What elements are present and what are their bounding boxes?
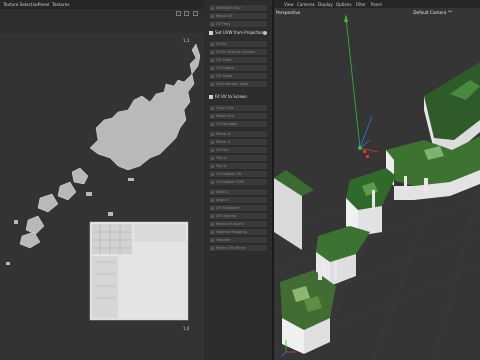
uv-editor-panel: Texture Selection Panel Textures 1,1 1,0 (0, 0, 204, 360)
cmd-bottom-0[interactable]: Mirror U (208, 130, 268, 138)
cmd-bottom-icon (210, 238, 214, 242)
cmd-bottom-icon (210, 246, 214, 250)
cmd-bottom-icon (210, 180, 214, 184)
uv-island-small-2 (108, 212, 113, 216)
uv-island-small-1 (86, 192, 92, 196)
projection-icon (209, 31, 213, 35)
cmd-bottom-4[interactable]: Flip V (208, 162, 268, 170)
close-icon[interactable] (263, 30, 267, 35)
fit-uv-icon (210, 42, 214, 46)
move-view-icon[interactable] (193, 11, 198, 16)
cmd-bottom-8[interactable]: Align V (208, 196, 268, 204)
uv-packed-tile (89, 221, 189, 321)
cmd-bottom-14[interactable]: Paste UVs Mirror (208, 244, 268, 252)
uv-island-small-4 (14, 220, 18, 224)
uv-corner-bottom-right: 1,0 (183, 326, 190, 331)
cmd-mid-icon (210, 66, 214, 70)
cmd-bottom-12[interactable]: Optimal Mapping (208, 228, 268, 236)
cmd-fit-uv[interactable]: Fit UV (208, 40, 268, 48)
cmd-relax-uv[interactable]: Relax UV (208, 12, 268, 20)
cmd-bottom-icon (210, 222, 214, 226)
zoom-icon[interactable] (184, 11, 189, 16)
cmd-bottom-1[interactable]: Mirror V (208, 138, 268, 146)
cmd-bottom-10[interactable]: UV Unwrap (208, 212, 268, 220)
vp-menu-view[interactable]: View (284, 2, 294, 7)
uv-menu-panel[interactable]: Panel (38, 2, 49, 7)
cmd-mid-6[interactable]: Paste UVs (208, 112, 268, 120)
cmd-mid-4[interactable]: Grid Sample Tools (208, 80, 268, 88)
cmd-uv-peel[interactable]: UV Peel (208, 20, 268, 28)
cmd-bottom-icon (210, 156, 214, 160)
cmd-mid-icon (210, 58, 214, 62)
cmd-mid-3[interactable]: UV Scale (208, 72, 268, 80)
gizmo-center (358, 146, 362, 150)
cmd-mid-icon (210, 74, 214, 78)
cmd-mid-icon (210, 50, 214, 54)
cmd-bottom-7[interactable]: Align U (208, 188, 268, 196)
viewport-canvas[interactable] (274, 0, 480, 360)
vp-menu-cameras[interactable]: Cameras (297, 2, 315, 7)
uv-menu-texture-selection[interactable]: Texture Selection (3, 2, 39, 7)
uv-menu-textures[interactable]: Textures (52, 2, 70, 7)
uv-menubar: Texture Selection Panel Textures (0, 0, 204, 9)
cmd-bottom-icon (210, 172, 214, 176)
uv-peel-icon (210, 22, 214, 26)
uv-canvas[interactable] (0, 36, 204, 360)
cmd-mid-icon (210, 106, 214, 110)
cmd-bottom-icon (210, 230, 214, 234)
uv-commands-panel: Selection Tool Relax UV UV Peel Set UVW … (204, 0, 272, 360)
perspective-viewport[interactable]: View Cameras Display Options Filter Pane… (274, 0, 480, 360)
uv-island-small-3 (128, 178, 134, 181)
uv-island-small-5 (6, 262, 10, 265)
cmd-mid-0[interactable]: Fit UV Area to Canvas (208, 48, 268, 56)
cmd-mid-7[interactable]: UV Manager (208, 120, 268, 128)
cmd-mid-icon (210, 82, 214, 86)
cmd-mid-icon (210, 114, 214, 118)
cmd-bottom-5[interactable]: UV Rotate CW (208, 170, 268, 178)
cmd-bottom-icon (210, 140, 214, 144)
uv-toolbar (0, 9, 204, 33)
cmd-bottom-icon (210, 198, 214, 202)
cmd-bottom-icon (210, 148, 214, 152)
camera-selector[interactable]: Default Camera °* (413, 10, 452, 15)
cmd-bottom-icon (210, 132, 214, 136)
cmd-bottom-icon (210, 164, 214, 168)
cmd-bottom-13[interactable]: Transfer (208, 236, 268, 244)
cmd-mid-icon (210, 122, 214, 126)
cmd-fit-uv-to-screen[interactable]: Fit UV to Screen (208, 94, 268, 100)
cmd-mid-5[interactable]: Copy UVs (208, 104, 268, 112)
viewport-title: Perspective (276, 10, 301, 15)
cmd-bottom-3[interactable]: Flip U (208, 154, 268, 162)
cmd-mid-1[interactable]: UV Shelf (208, 56, 268, 64)
screen-icon (209, 95, 213, 99)
viewport-menubar: View Cameras Display Options Filter Pane… (274, 0, 480, 8)
cmd-bottom-icon (210, 214, 214, 218)
cmd-bottom-6[interactable]: UV Rotate CCW (208, 178, 268, 186)
uv-corner-top-right: 1,1 (183, 38, 190, 43)
vp-menu-filter[interactable]: Filter (356, 2, 366, 7)
cmd-bottom-icon (210, 206, 214, 210)
fit-view-icon[interactable] (176, 11, 181, 16)
cmd-bottom-icon (210, 190, 214, 194)
cmd-mid-2[interactable]: UV Rotate (208, 64, 268, 72)
vp-menu-display[interactable]: Display (318, 2, 333, 7)
cmd-bottom-2[interactable]: UV Flip (208, 146, 268, 154)
relax-uv-icon (210, 14, 214, 18)
cmd-bottom-11[interactable]: Relax UV Island (208, 220, 268, 228)
vp-menu-options[interactable]: Options (336, 2, 351, 7)
selection-tool-icon (210, 6, 214, 10)
cmd-set-uvw-from-projection[interactable]: Set UVW from Projection (208, 30, 268, 36)
vp-menu-panel[interactable]: Panel (371, 2, 382, 7)
cmd-bottom-9[interactable]: UV Straighten (208, 204, 268, 212)
cmd-selection-tool[interactable]: Selection Tool (208, 4, 268, 12)
